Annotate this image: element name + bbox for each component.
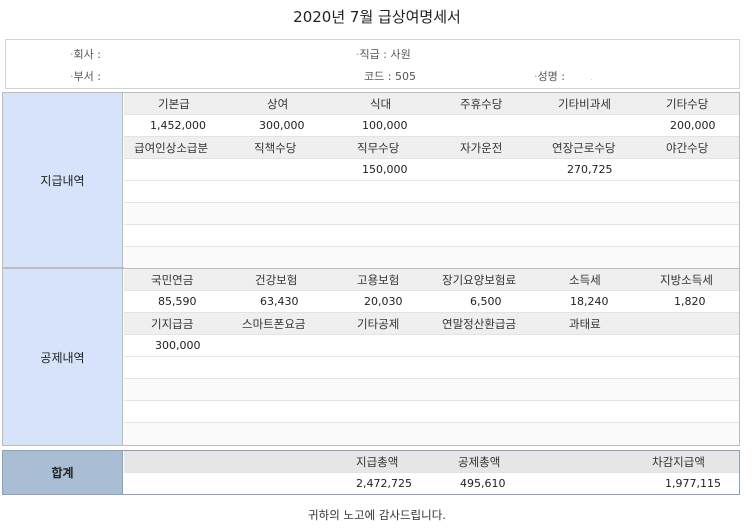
- blank-row: [124, 357, 739, 379]
- header-cell: 과태료: [569, 317, 601, 331]
- header-cell: 야간수당: [666, 141, 709, 155]
- position-value: 사원: [390, 48, 411, 61]
- total-section: 합계 지급총액 공제총액 차감지급액 2,472,725 495,610 1,9…: [2, 450, 740, 495]
- header-cell: 국민연금: [151, 273, 194, 287]
- payment-grid: 기본급 상여 식대 주휴수당 기타비과세 기타수당 1,452,000 300,…: [124, 93, 739, 269]
- payment-header-row-2: 급여인상소급분 직책수당 직무수당 자가운전 연장근로수당 야간수당: [124, 137, 739, 159]
- blank-row: [124, 225, 739, 247]
- header-cell: 연장근로수당: [552, 141, 616, 155]
- total-value-row: 2,472,725 495,610 1,977,115: [124, 473, 739, 495]
- payment-header-row-1: 기본급 상여 식대 주휴수당 기타비과세 기타수당: [124, 93, 739, 115]
- blank-row: [124, 181, 739, 203]
- dept-field: ·부서 :: [70, 70, 101, 83]
- value-cell: 100,000: [362, 119, 408, 132]
- total-deduction-value: 495,610: [460, 477, 506, 490]
- header-cell: 소득세: [569, 273, 601, 287]
- deduction-section: 공제내역 국민연금 건강보험 고용보험 장기요양보험료 소득세 지방소득세 85…: [2, 268, 740, 446]
- name-label: 성명: [537, 70, 558, 83]
- payment-label: 지급내역: [3, 93, 123, 267]
- header-cell: 장기요양보험료: [442, 273, 517, 287]
- value-cell: 300,000: [259, 119, 305, 132]
- total-deduction-header: 공제총액: [458, 455, 501, 469]
- header-cell: 연말정산환급금: [442, 317, 517, 331]
- value-cell: 1,452,000: [150, 119, 206, 132]
- header-cell: 기타수당: [666, 97, 709, 111]
- total-grid: 지급총액 공제총액 차감지급액 2,472,725 495,610 1,977,…: [124, 451, 739, 495]
- name-field: ·성명 : .: [534, 70, 594, 83]
- thank-you-message: 귀하의 노고에 감사드립니다.: [308, 508, 446, 522]
- value-cell: 1,820: [674, 295, 706, 308]
- header-cell: 자가운전: [460, 141, 503, 155]
- value-cell: 300,000: [155, 339, 201, 352]
- company-label: 회사: [73, 48, 94, 61]
- code-label: 코드: [364, 70, 385, 83]
- deduction-grid: 국민연금 건강보험 고용보험 장기요양보험료 소득세 지방소득세 85,590 …: [124, 269, 739, 445]
- net-pay-value: 1,977,115: [665, 477, 721, 490]
- total-header-row: 지급총액 공제총액 차감지급액: [124, 451, 739, 473]
- blank-row: [124, 203, 739, 225]
- value-cell: 18,240: [570, 295, 609, 308]
- header-cell: 직무수당: [357, 141, 400, 155]
- value-cell: 6,500: [470, 295, 502, 308]
- header-cell: 고용보험: [357, 273, 400, 287]
- deduction-header-row-2: 기지급금 스마트폰요금 기타공제 연말정산환급금 과태료: [124, 313, 739, 335]
- position-label: 직급: [359, 48, 380, 61]
- value-cell: 200,000: [670, 119, 716, 132]
- deduction-label: 공제내역: [3, 269, 123, 445]
- blank-row: [124, 379, 739, 401]
- total-pay-header: 지급총액: [356, 455, 399, 469]
- value-cell: 85,590: [158, 295, 197, 308]
- header-cell: 건강보험: [255, 273, 298, 287]
- header-cell: 주휴수당: [460, 97, 503, 111]
- value-cell: 150,000: [362, 163, 408, 176]
- deduction-value-row-1: 85,590 63,430 20,030 6,500 18,240 1,820: [124, 291, 739, 313]
- header-cell: 기본급: [158, 97, 190, 111]
- employee-info-box: ·회사 : ·직급 : 사원 ·부서 : 코드 : 505 ·성명 : .: [5, 39, 740, 89]
- deduction-header-row-1: 국민연금 건강보험 고용보험 장기요양보험료 소득세 지방소득세: [124, 269, 739, 291]
- total-pay-value: 2,472,725: [356, 477, 412, 490]
- header-cell: 식대: [370, 97, 392, 111]
- payment-value-row-2: 150,000 270,725: [124, 159, 739, 181]
- blank-row: [124, 423, 739, 445]
- deduction-value-row-2: 300,000: [124, 335, 739, 357]
- value-cell: 270,725: [567, 163, 613, 176]
- code-field: 코드 : 505: [364, 70, 416, 83]
- code-value: 505: [394, 70, 416, 83]
- header-cell: 기타비과세: [558, 97, 611, 111]
- net-pay-header: 차감지급액: [652, 455, 705, 469]
- payment-section: 지급내역 기본급 상여 식대 주휴수당 기타비과세 기타수당 1,452,000…: [2, 92, 740, 269]
- blank-row: [124, 247, 739, 269]
- position-field: ·직급 : 사원: [356, 48, 411, 61]
- header-cell: 스마트폰요금: [242, 317, 306, 331]
- header-cell: 기타공제: [357, 317, 400, 331]
- total-label: 합계: [3, 451, 123, 494]
- value-cell: 20,030: [364, 295, 403, 308]
- header-cell: 지방소득세: [660, 273, 713, 287]
- header-cell: 직책수당: [254, 141, 297, 155]
- company-field: ·회사 :: [70, 48, 101, 61]
- blank-row: [124, 401, 739, 423]
- statement-title: 2020년 7월 급상여명세서: [293, 8, 461, 26]
- header-cell: 기지급금: [151, 317, 194, 331]
- dept-label: 부서: [73, 70, 94, 83]
- header-cell: 상여: [267, 97, 289, 111]
- value-cell: 63,430: [260, 295, 299, 308]
- header-cell: 급여인상소급분: [134, 141, 209, 155]
- payment-value-row-1: 1,452,000 300,000 100,000 200,000: [124, 115, 739, 137]
